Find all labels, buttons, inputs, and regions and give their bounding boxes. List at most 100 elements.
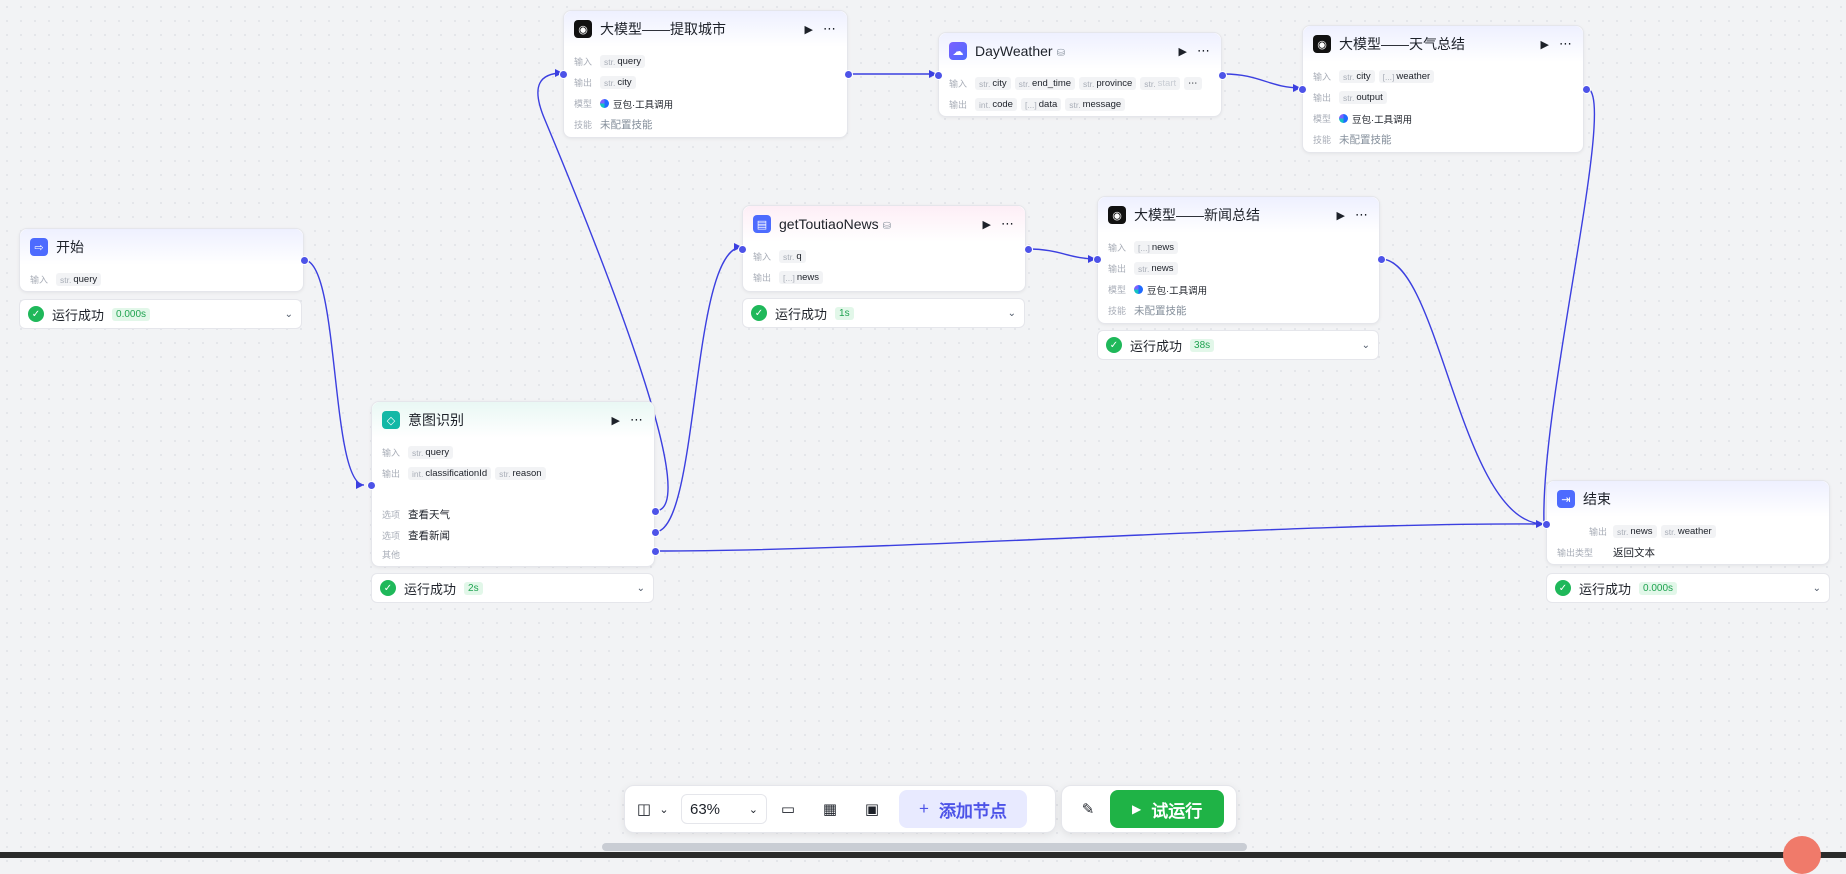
intent-option1-port[interactable] bbox=[651, 507, 660, 516]
node-news-status[interactable]: ✓ 运行成功 1s ⌄ bbox=[742, 298, 1025, 328]
more-icon[interactable]: ⋯ bbox=[1197, 43, 1211, 59]
node-llm-city-header[interactable]: ◉ 大模型——提取城市 ▶ ⋯ bbox=[564, 11, 847, 47]
status-text: 运行成功 bbox=[1130, 338, 1183, 354]
run-node-icon[interactable]: ▶ bbox=[805, 23, 813, 36]
test-run-button[interactable]: ▶ 试运行 bbox=[1110, 790, 1225, 828]
assistant-avatar[interactable] bbox=[1783, 836, 1821, 874]
input-param: str. query bbox=[56, 273, 102, 286]
chevron-down-icon[interactable]: ⌄ bbox=[1008, 308, 1016, 319]
output-param: str. message bbox=[1065, 98, 1126, 111]
output-param: str. weather bbox=[1660, 525, 1716, 538]
node-llm-weather-header[interactable]: ◉ 大模型——天气总结 ▶ ⋯ bbox=[1303, 26, 1583, 62]
run-node-icon[interactable]: ▶ bbox=[612, 414, 620, 427]
model-name: 豆包·工具调用 bbox=[613, 99, 674, 111]
llm-city-input-port[interactable] bbox=[559, 70, 568, 79]
node-dayweather[interactable]: ☁ DayWeather ⛁ ▶ ⋯ 输入 str. city str. end_ti… bbox=[938, 32, 1222, 117]
more-icon[interactable]: ⋯ bbox=[630, 412, 644, 428]
llm-icon: ◉ bbox=[1108, 206, 1126, 224]
start-output-port[interactable] bbox=[300, 256, 309, 265]
more-icon[interactable]: ⋯ bbox=[823, 21, 837, 37]
node-title: DayWeather bbox=[975, 43, 1053, 59]
node-title: getToutiaoNews bbox=[779, 216, 879, 232]
success-check-icon: ✓ bbox=[751, 305, 767, 321]
node-llm-weather[interactable]: ◉ 大模型——天气总结 ▶ ⋯ 输入 str. city [...] weather… bbox=[1302, 25, 1584, 153]
canvas-toolbar: ◫ ⌄ 63% ⌄ ▭ ▦ ▣ + 添加节点 bbox=[624, 785, 1056, 833]
node-title: 结束 bbox=[1583, 491, 1611, 507]
node-intent-status[interactable]: ✓ 运行成功 2s ⌄ bbox=[371, 573, 654, 603]
chevron-down-icon[interactable]: ⌄ bbox=[655, 803, 673, 816]
more-icon[interactable]: ⋯ bbox=[1355, 207, 1369, 223]
output-label: 输出 bbox=[1108, 264, 1127, 274]
chevron-down-icon[interactable]: ⌄ bbox=[1813, 583, 1821, 594]
add-node-button[interactable]: + 添加节点 bbox=[899, 790, 1027, 828]
option-label: 选项 bbox=[382, 531, 401, 541]
weather-input-port[interactable] bbox=[934, 71, 943, 80]
run-node-icon[interactable]: ▶ bbox=[983, 218, 991, 231]
input-label: 输入 bbox=[30, 275, 49, 285]
input-param: [...] news bbox=[1134, 241, 1178, 254]
node-llm-city[interactable]: ◉ 大模型——提取城市 ▶ ⋯ 输入 str. query 输出 str. city… bbox=[563, 10, 848, 138]
node-news[interactable]: ▤ getToutiaoNews ⛁ ▶ ⋯ 输入 str. q 输出 [...] n… bbox=[742, 205, 1026, 292]
node-title: 意图识别 bbox=[408, 412, 464, 428]
node-end-header[interactable]: ⇥ 结束 bbox=[1547, 481, 1829, 517]
node-intent-header[interactable]: ◇ 意图识别 ▶ ⋯ bbox=[372, 402, 654, 438]
llm-city-output-port[interactable] bbox=[844, 70, 853, 79]
weather-output-port[interactable] bbox=[1218, 71, 1227, 80]
node-llm-news[interactable]: ◉ 大模型——新闻总结 ▶ ⋯ 输入 [...] news 输出 str. news… bbox=[1097, 196, 1380, 324]
news-input-port[interactable] bbox=[738, 245, 747, 254]
chevron-down-icon[interactable]: ⌄ bbox=[285, 309, 293, 320]
run-node-icon[interactable]: ▶ bbox=[1179, 45, 1187, 58]
run-node-icon[interactable]: ▶ bbox=[1337, 209, 1345, 222]
doubao-model-icon bbox=[600, 99, 609, 108]
weather-plugin-icon: ☁ bbox=[949, 42, 967, 60]
play-icon: ▶ bbox=[1132, 802, 1142, 816]
end-input-port[interactable] bbox=[1542, 520, 1551, 529]
run-node-icon[interactable]: ▶ bbox=[1541, 38, 1549, 51]
wrench-icon[interactable]: ✎ bbox=[1066, 800, 1110, 818]
node-end[interactable]: ⇥ 结束 输出 str. news str. weather 输出类型 返回文本 bbox=[1546, 480, 1830, 565]
node-start[interactable]: ⇨ 开始 输入 str. query bbox=[19, 228, 304, 292]
plus-icon: + bbox=[919, 799, 929, 818]
horizontal-scrollbar[interactable] bbox=[602, 843, 1247, 851]
node-news-header[interactable]: ▤ getToutiaoNews ⛁ ▶ ⋯ bbox=[743, 206, 1025, 242]
success-check-icon: ✓ bbox=[1555, 580, 1571, 596]
news-output-port[interactable] bbox=[1024, 245, 1033, 254]
node-llm-news-header[interactable]: ◉ 大模型——新闻总结 ▶ ⋯ bbox=[1098, 197, 1379, 233]
node-start-status[interactable]: ✓ 运行成功 0.000s ⌄ bbox=[19, 299, 302, 329]
output-param: str. output bbox=[1339, 91, 1387, 104]
minimap-icon[interactable]: ▣ bbox=[851, 800, 893, 818]
end-icon: ⇥ bbox=[1557, 490, 1575, 508]
wire-news-llmnews bbox=[1027, 248, 1097, 260]
intent-input-port[interactable] bbox=[367, 481, 376, 490]
llm-weather-input-port[interactable] bbox=[1298, 85, 1307, 94]
zoom-select[interactable]: 63% ⌄ bbox=[681, 794, 767, 824]
layout-grid-icon[interactable]: ▦ bbox=[809, 800, 851, 818]
more-icon[interactable]: ⋯ bbox=[1559, 36, 1573, 52]
llm-news-output-port[interactable] bbox=[1377, 255, 1386, 264]
node-dayweather-header[interactable]: ☁ DayWeather ⛁ ▶ ⋯ bbox=[939, 33, 1221, 69]
run-time-badge: 0.000s bbox=[1639, 581, 1678, 595]
node-intent[interactable]: ◇ 意图识别 ▶ ⋯ 输入 str. query 输出 int. classific… bbox=[371, 401, 655, 567]
llm-weather-output-port[interactable] bbox=[1582, 85, 1591, 94]
comment-icon[interactable]: ▭ bbox=[767, 800, 809, 818]
node-llm-news-status[interactable]: ✓ 运行成功 38s ⌄ bbox=[1097, 330, 1379, 360]
llm-news-input-port[interactable] bbox=[1093, 255, 1102, 264]
option-label: 选项 bbox=[382, 510, 401, 520]
more-icon[interactable]: ⋯ bbox=[1001, 216, 1015, 232]
node-start-header[interactable]: ⇨ 开始 bbox=[20, 229, 303, 265]
intent-other-port[interactable] bbox=[651, 547, 660, 556]
chevron-down-icon[interactable]: ⌄ bbox=[637, 583, 645, 594]
chevron-down-icon: ⌄ bbox=[748, 803, 758, 816]
input-param: str. end_time bbox=[1014, 77, 1076, 90]
mouse-mode-icon[interactable]: ◫ bbox=[633, 800, 655, 818]
input-param: str. query bbox=[600, 55, 646, 68]
plugin-badge-icon: ⛁ bbox=[882, 221, 892, 232]
more-params-icon[interactable]: ⋯ bbox=[1184, 77, 1202, 90]
output-param: str. news bbox=[1134, 262, 1178, 275]
chevron-down-icon[interactable]: ⌄ bbox=[1362, 340, 1370, 351]
run-time-badge: 1s bbox=[835, 306, 854, 320]
output-type-label: 输出类型 bbox=[1557, 548, 1594, 558]
node-end-status[interactable]: ✓ 运行成功 0.000s ⌄ bbox=[1546, 573, 1830, 603]
intent-option2-port[interactable] bbox=[651, 528, 660, 537]
node-title: 大模型——天气总结 bbox=[1339, 36, 1465, 52]
